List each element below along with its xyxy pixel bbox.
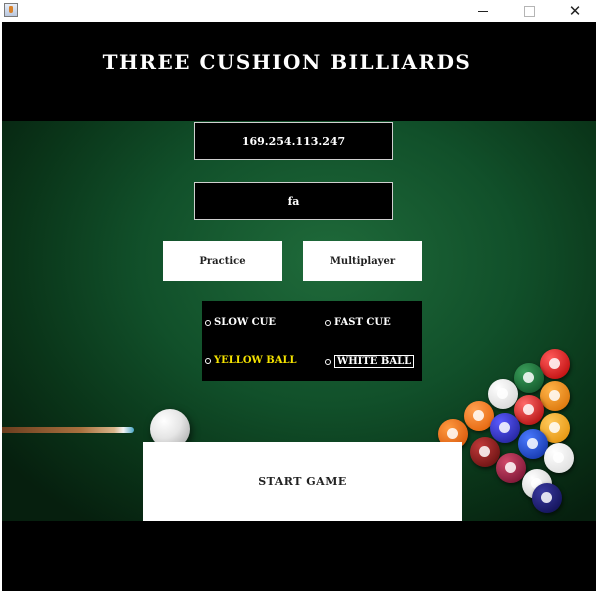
- radio-icon: [205, 357, 211, 364]
- white-ball-label: WHITE BALL: [334, 355, 415, 368]
- yellow-ball-label: YELLOW BALL: [214, 355, 297, 366]
- ball-image: [540, 381, 570, 411]
- server-ip-field[interactable]: 169.254.113.247: [194, 122, 393, 160]
- multiplayer-button[interactable]: Multiplayer: [303, 241, 422, 281]
- ball-image: [496, 453, 526, 483]
- window-titlebar: ✕: [0, 0, 596, 22]
- maximize-button[interactable]: [506, 0, 552, 22]
- close-icon: ✕: [568, 2, 582, 20]
- maximize-icon: [523, 5, 535, 17]
- ball-image: [488, 379, 518, 409]
- minimize-button[interactable]: [460, 0, 506, 22]
- game-menu-panel: THREE CUSHION BILLIARDS 169.254.113.247 …: [2, 22, 596, 591]
- ball-image: [544, 443, 574, 473]
- ball-image: [532, 483, 562, 513]
- radio-icon: [325, 358, 331, 365]
- practice-button[interactable]: Practice: [163, 241, 282, 281]
- ball-image: [470, 437, 500, 467]
- cue-stick-image: [2, 427, 134, 433]
- white-ball-option[interactable]: WHITE BALL: [325, 355, 415, 368]
- fast-cue-option[interactable]: FAST CUE: [325, 317, 391, 328]
- title-banner: THREE CUSHION BILLIARDS: [2, 22, 596, 121]
- ball-image: [514, 363, 544, 393]
- fast-cue-label: FAST CUE: [334, 317, 391, 328]
- game-title: THREE CUSHION BILLIARDS: [102, 50, 472, 74]
- slow-cue-label: SLOW CUE: [214, 317, 276, 328]
- game-options-panel: SLOW CUE FAST CUE YELLOW BALL WHITE BALL: [202, 301, 422, 381]
- radio-icon: [205, 319, 211, 326]
- yellow-ball-option[interactable]: YELLOW BALL: [205, 355, 297, 366]
- close-button[interactable]: ✕: [552, 0, 596, 22]
- ball-image: [540, 349, 570, 379]
- bottom-bar: [2, 521, 596, 591]
- start-game-button[interactable]: START GAME: [143, 442, 462, 521]
- player-name-field[interactable]: fa: [194, 182, 393, 220]
- minimize-icon: [478, 10, 488, 12]
- java-cup-icon: [4, 3, 18, 17]
- radio-icon: [325, 319, 331, 326]
- slow-cue-option[interactable]: SLOW CUE: [205, 317, 276, 328]
- ball-image: [490, 413, 520, 443]
